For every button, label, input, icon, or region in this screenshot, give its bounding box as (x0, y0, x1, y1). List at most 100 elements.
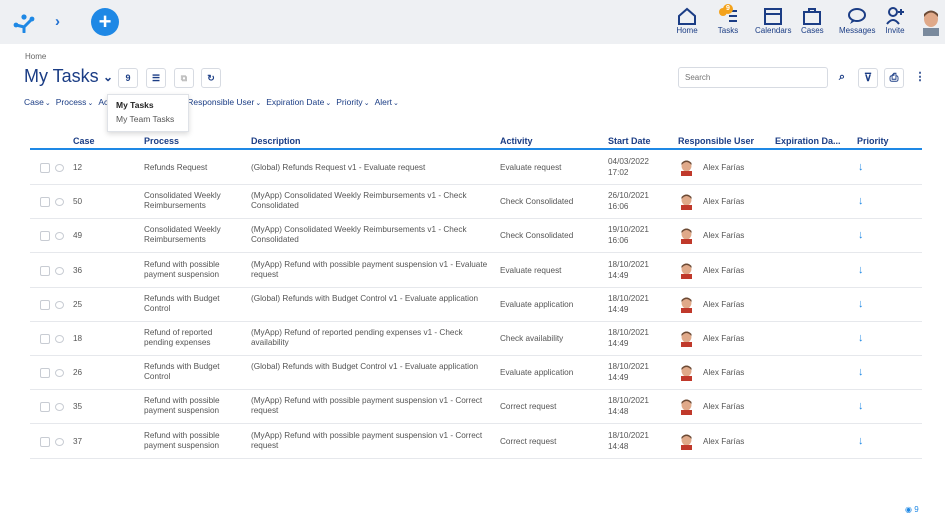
column-header[interactable]: Responsible User (678, 136, 754, 146)
column-header[interactable]: Process (144, 136, 179, 146)
filter-responsible-user[interactable]: Responsible User⌄ (187, 97, 261, 107)
dropdown-option-my-team-tasks[interactable]: My Team Tasks (116, 112, 180, 126)
filter-icon[interactable]: ⊽ (858, 68, 878, 88)
task-description[interactable]: (MyApp) Refund with possible payment sus… (251, 396, 496, 416)
comment-bubble-icon[interactable] (55, 335, 64, 343)
filter-settings-button[interactable]: ☰ (146, 68, 166, 88)
chevron-down-icon: ⌄ (325, 100, 332, 107)
row-checkbox[interactable] (40, 402, 50, 413)
responsible-user-name: Alex Farías (703, 231, 745, 241)
table-row[interactable]: 25 Refunds with Budget Control (Global) Re… (30, 288, 922, 322)
search-input[interactable] (678, 67, 828, 88)
activity-name: Evaluate request (500, 265, 562, 275)
filter-expiration-date[interactable]: Expiration Date⌄ (266, 97, 331, 107)
responsible-user-avatar (681, 228, 692, 245)
bulk-action-button[interactable]: ⧉ (174, 68, 194, 88)
refresh-button[interactable]: ↻ (201, 68, 221, 88)
nav-label: Calendars (755, 26, 792, 35)
nav-calendars[interactable]: Calendars (755, 5, 791, 35)
table-row[interactable]: 12 Refunds Request (Global) Refunds Reques… (30, 151, 922, 185)
responsible-user-name: Alex Farías (703, 402, 745, 412)
user-avatar[interactable] (920, 8, 942, 36)
app-logo-icon[interactable] (12, 11, 36, 33)
case-number: 18 (73, 334, 83, 343)
start-time: 16:06 (608, 236, 629, 246)
table-row[interactable]: 18 Refund of reported pending expenses (My… (30, 322, 922, 356)
row-checkbox[interactable] (40, 163, 50, 173)
filter-bar: Case⌄Process⌄Activity⌄Start Date⌄Respons… (24, 97, 404, 107)
activity-name: Check Consolidated (500, 231, 574, 241)
priority-arrow-icon: ↓ (858, 332, 864, 344)
dropdown-option-my-tasks[interactable]: My Tasks (116, 98, 180, 112)
column-header[interactable]: Description (251, 136, 301, 146)
filter-case[interactable]: Case⌄ (24, 97, 51, 107)
nav-tasks[interactable]: 9 Tasks (717, 4, 739, 35)
column-header[interactable]: Start Date (608, 136, 651, 146)
priority-arrow-icon: ↓ (858, 263, 864, 276)
table-row[interactable]: 26 Refunds with Budget Control (Global) Re… (30, 356, 922, 391)
filter-alert[interactable]: Alert⌄ (375, 97, 399, 107)
task-scope-dropdown: My Tasks My Team Tasks (107, 94, 189, 132)
task-description[interactable]: (Global) Refunds Request v1 - Evaluate r… (251, 163, 496, 173)
chevron-down-icon: ⌄ (393, 100, 399, 107)
nav-messages[interactable]: Messages (839, 5, 875, 35)
table-row[interactable]: 49 Consolidated Weekly Reimbursements (MyA… (30, 219, 922, 254)
column-header[interactable]: Expiration Da... (775, 136, 841, 146)
column-header[interactable]: Activity (500, 136, 533, 146)
comment-bubble-icon[interactable] (55, 300, 64, 309)
process-name: Refunds with Budget Control (144, 362, 220, 382)
row-checkbox[interactable] (40, 334, 50, 344)
nav-cases[interactable]: Cases (801, 5, 824, 35)
more-options-icon[interactable]: ⋮ (912, 68, 928, 88)
start-time: 14:49 (608, 339, 629, 348)
comment-bubble-icon[interactable] (55, 437, 64, 446)
expand-menu-chevron-icon[interactable]: › (55, 13, 60, 30)
column-header[interactable]: Case (73, 136, 95, 146)
process-name: Refunds with Budget Control (144, 293, 220, 313)
search-icon[interactable]: ⌕ (832, 68, 852, 88)
task-description[interactable]: (MyApp) Refund with possible payment sus… (251, 260, 496, 280)
row-checkbox[interactable] (40, 231, 50, 242)
task-description[interactable]: (MyApp) Refund of reported pending expen… (251, 328, 496, 348)
comment-bubble-icon[interactable] (55, 232, 64, 241)
task-description[interactable]: (MyApp) Consolidated Weekly Reimbursemen… (251, 225, 496, 245)
title-chevron-down-icon[interactable]: ⌄ (103, 70, 113, 84)
task-description[interactable]: (Global) Refunds with Budget Control v1 … (251, 362, 496, 372)
filter-process[interactable]: Process⌄ (56, 97, 94, 107)
row-checkbox[interactable] (40, 265, 50, 276)
task-description[interactable]: (MyApp) Consolidated Weekly Reimbursemen… (251, 191, 496, 211)
responsible-user-name: Alex Farías (703, 368, 745, 378)
row-checkbox[interactable] (40, 299, 50, 310)
table-row[interactable]: 50 Consolidated Weekly Reimbursements (MyA… (30, 185, 922, 220)
task-description[interactable]: (Global) Refunds with Budget Control v1 … (251, 294, 496, 304)
page-title[interactable]: My Tasks (24, 66, 99, 87)
table-row[interactable]: 37 Refund with possible payment suspensio… (30, 425, 922, 459)
start-date: 19/10/2021 (608, 225, 649, 235)
column-header[interactable]: Priority (857, 136, 889, 146)
responsible-user-name: Alex Farías (703, 265, 745, 275)
add-button[interactable]: + (91, 8, 119, 36)
row-checkbox[interactable] (40, 368, 50, 379)
task-description[interactable]: (MyApp) Refund with possible payment sus… (251, 431, 496, 451)
priority-arrow-icon: ↓ (858, 229, 864, 242)
print-icon[interactable]: ⎙ (884, 68, 904, 88)
nav-invite[interactable]: Invite (884, 5, 906, 35)
start-date: 18/10/2021 (608, 259, 649, 269)
row-checkbox[interactable] (40, 197, 50, 208)
table-row[interactable]: 35 Refund with possible payment suspensio… (30, 390, 922, 425)
filter-priority[interactable]: Priority⌄ (336, 97, 369, 107)
comment-bubble-icon[interactable] (55, 164, 64, 172)
breadcrumb[interactable]: Home (25, 52, 46, 61)
row-checkbox[interactable] (40, 436, 50, 447)
start-time: 14:48 (608, 441, 629, 451)
nav-home[interactable]: Home (676, 5, 698, 35)
chevron-down-icon: ⌄ (363, 100, 370, 107)
comment-bubble-icon[interactable] (55, 403, 64, 412)
activity-name: Check availability (500, 334, 564, 343)
comment-bubble-icon[interactable] (55, 198, 64, 207)
activity-name: Check Consolidated (500, 197, 574, 207)
table-row[interactable]: 36 Refund with possible payment suspensio… (30, 254, 922, 288)
comment-bubble-icon[interactable] (55, 369, 64, 378)
start-time: 14:49 (608, 373, 629, 383)
comment-bubble-icon[interactable] (55, 266, 64, 275)
